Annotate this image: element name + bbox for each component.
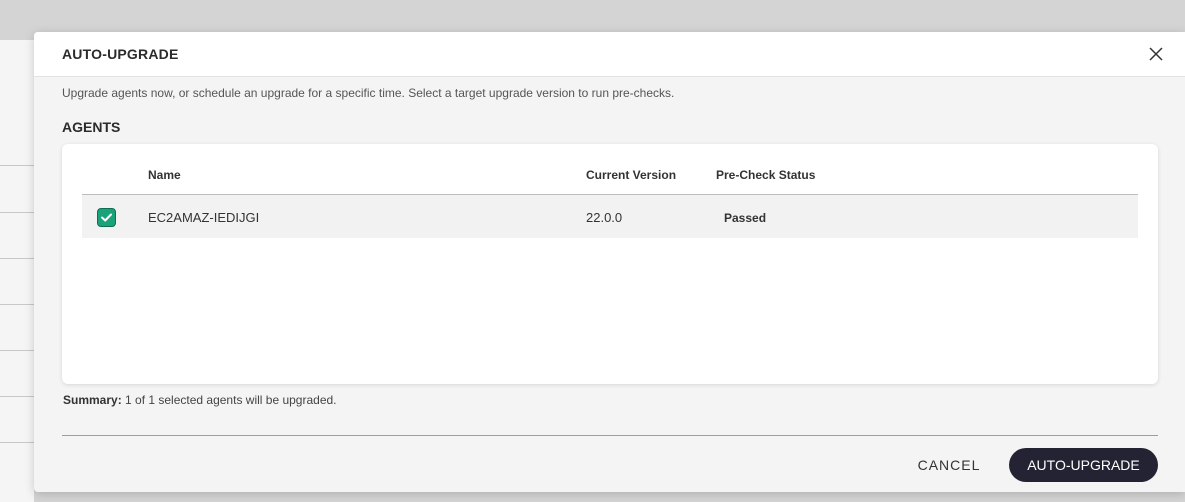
column-header-current-version[interactable]: Current Version — [586, 168, 676, 182]
agent-current-version: 22.0.0 — [586, 210, 623, 225]
background-divider — [0, 258, 34, 259]
background-page — [0, 40, 34, 502]
agents-table: Name Current Version Pre-Check Status EC… — [62, 144, 1158, 384]
checkmark-icon — [101, 213, 112, 222]
upgrade-summary: Summary: 1 of 1 selected agents will be … — [63, 393, 337, 407]
close-button[interactable] — [1147, 45, 1165, 63]
footer-divider — [62, 435, 1158, 436]
column-header-name[interactable]: Name — [148, 168, 181, 182]
agent-name: EC2AMAZ-IEDIJGI — [148, 210, 260, 225]
column-header-pre-check-status[interactable]: Pre-Check Status — [716, 168, 815, 182]
close-icon — [1149, 47, 1163, 61]
dialog-description: Upgrade agents now, or schedule an upgra… — [62, 86, 675, 100]
auto-upgrade-dialog: AUTO-UPGRADE Upgrade agents now, or sche… — [34, 32, 1185, 492]
agents-section-title: AGENTS — [62, 119, 121, 135]
summary-text: 1 of 1 selected agents will be upgraded. — [121, 393, 337, 407]
background-divider — [0, 165, 34, 166]
table-header: Name Current Version Pre-Check Status — [82, 158, 1138, 195]
summary-label: Summary: — [63, 393, 122, 407]
background-divider — [0, 442, 34, 443]
auto-upgrade-button[interactable]: AUTO-UPGRADE — [1009, 448, 1158, 482]
background-divider — [0, 304, 34, 305]
background-divider — [0, 396, 34, 397]
cancel-button[interactable]: CANCEL — [910, 448, 988, 482]
background-divider — [0, 350, 34, 351]
background-header — [0, 0, 34, 40]
pre-check-status-badge: Passed — [724, 211, 767, 225]
dialog-title: AUTO-UPGRADE — [62, 46, 179, 62]
table-row[interactable]: EC2AMAZ-IEDIJGI 22.0.0 Passed — [82, 195, 1138, 238]
agent-select-checkbox[interactable] — [97, 208, 116, 227]
dialog-header: AUTO-UPGRADE — [34, 32, 1185, 77]
background-divider — [0, 212, 34, 213]
